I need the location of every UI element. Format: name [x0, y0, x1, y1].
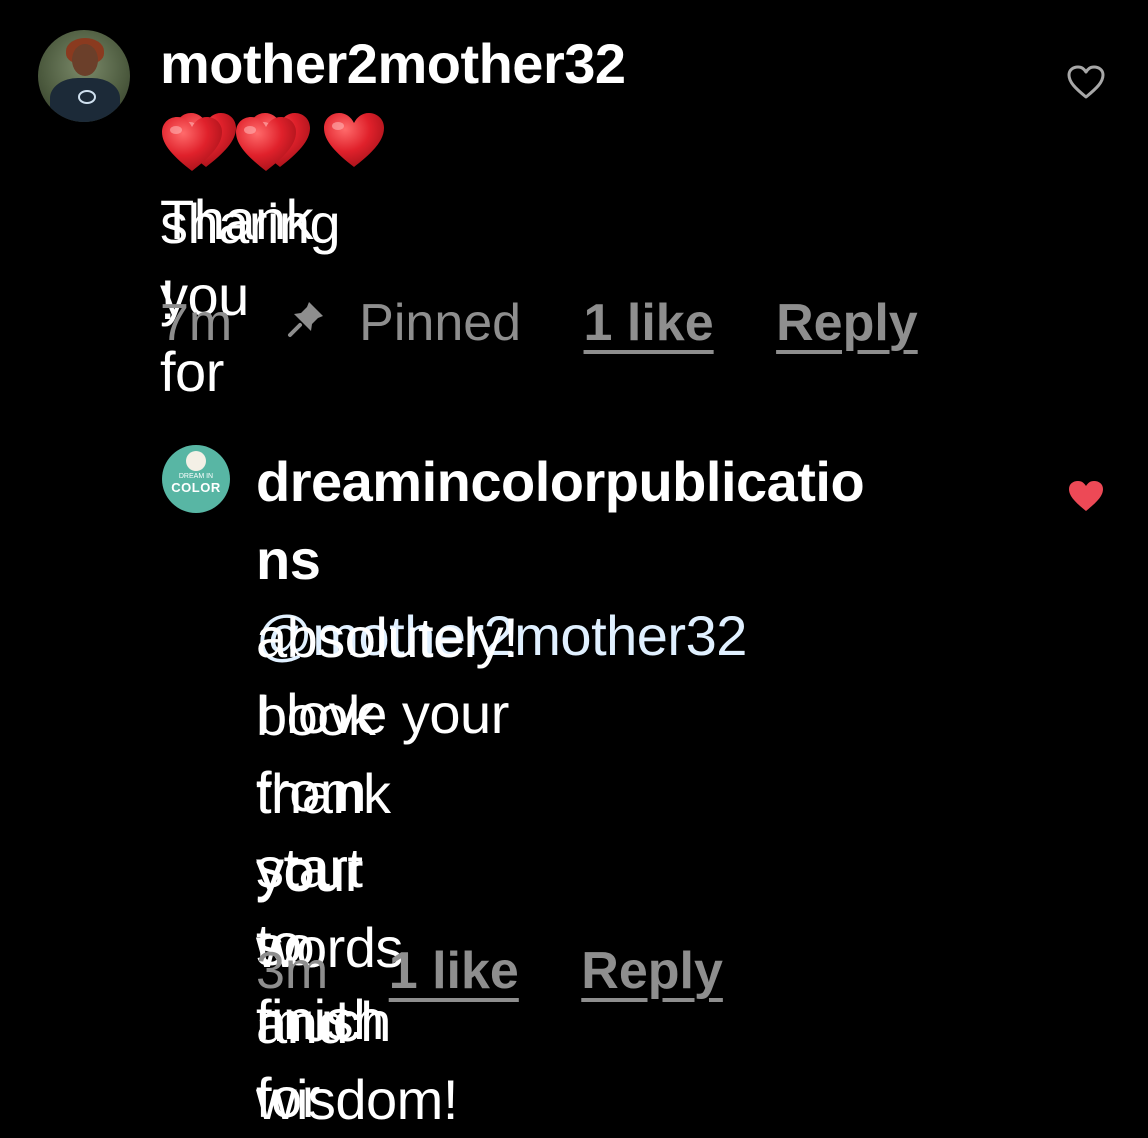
likes-count-link[interactable]: 1 like: [389, 941, 519, 1001]
comment-username[interactable]: mother2mother32: [160, 32, 626, 95]
reply-line-1: dreamincolorpublicatio: [256, 444, 865, 520]
reply-button[interactable]: Reply: [581, 941, 723, 1001]
pin-icon: [287, 291, 327, 338]
comment-meta: 3m 1 like Reply: [256, 938, 723, 1001]
heart-filled-icon: [1069, 481, 1103, 511]
comment-username-continued[interactable]: ns: [256, 528, 321, 591]
comment-time: 3m: [256, 942, 329, 1001]
avatar-logo-title: COLOR: [171, 480, 221, 495]
avatar[interactable]: [38, 30, 130, 122]
likes-count-link[interactable]: 1 like: [584, 293, 714, 353]
heart-outline-icon: [1067, 65, 1105, 99]
pinned-label: Pinned: [359, 294, 522, 353]
avatar-head: [72, 44, 98, 76]
red-heart-emoji-icon: [234, 115, 298, 173]
red-heart-emoji-icon: [160, 115, 224, 173]
avatar-logo: [78, 90, 96, 104]
red-heart-emoji-icon: [322, 111, 386, 169]
like-button[interactable]: [1066, 64, 1106, 105]
comment-meta: 7m Pinned 1 like Reply: [160, 290, 918, 353]
lightbulb-icon: [186, 451, 206, 471]
comment-time: 7m: [160, 294, 233, 353]
avatar[interactable]: DREAM IN COLOR: [162, 445, 230, 513]
reply-button[interactable]: Reply: [776, 293, 918, 353]
like-button[interactable]: [1066, 478, 1106, 519]
comment-username[interactable]: dreamincolorpublicatio: [256, 450, 865, 513]
